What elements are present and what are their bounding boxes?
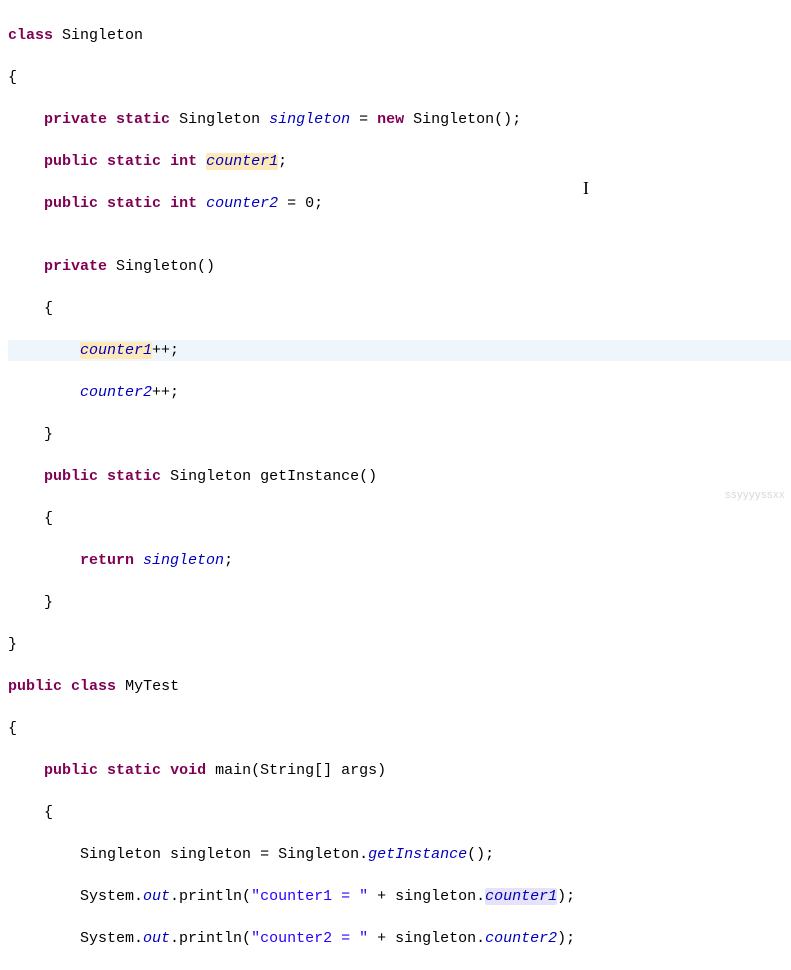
code-line: { (8, 802, 791, 823)
keyword: int (170, 153, 197, 170)
field-ref: singleton (143, 552, 224, 569)
code-line: public static void main(String[] args) (8, 760, 791, 781)
brace: { (8, 69, 17, 86)
operator: ++; (152, 342, 179, 359)
brace: { (44, 510, 53, 527)
keyword: class (8, 27, 53, 44)
field-highlight: counter1 (206, 153, 278, 170)
field-ref: counter2 (80, 384, 152, 401)
punct: = 0; (278, 195, 323, 212)
code-line: } (8, 634, 791, 655)
punct: ; (278, 153, 287, 170)
code-line: System.out.println("counter2 = " + singl… (8, 928, 791, 949)
operator: = (350, 111, 377, 128)
current-line: counter1++; (8, 340, 791, 361)
keyword: public (8, 678, 62, 695)
keyword: void (170, 762, 206, 779)
code-line: } (8, 424, 791, 445)
brace: } (44, 426, 53, 443)
keyword: new (377, 111, 404, 128)
brace: { (8, 720, 17, 737)
keyword: static (107, 468, 161, 485)
field-ref: singleton (269, 111, 350, 128)
keyword: int (170, 195, 197, 212)
field-ref: counter2 (485, 930, 557, 947)
keyword: public (44, 762, 98, 779)
field-highlight: counter1 (80, 342, 152, 359)
keyword: class (71, 678, 116, 695)
code-line: public static int counter1; (8, 151, 791, 172)
punct: ; (224, 552, 233, 569)
class-name: Singleton (62, 27, 143, 44)
code-line: { (8, 508, 791, 529)
operator: + singleton. (368, 930, 485, 947)
brace: } (44, 594, 53, 611)
constructor-decl: Singleton() (116, 258, 215, 275)
watermark: ssyyyyssxx (725, 485, 785, 506)
keyword: static (116, 111, 170, 128)
method-decl: main(String[] args) (215, 762, 386, 779)
keyword: static (107, 195, 161, 212)
code-line: public class MyTest (8, 676, 791, 697)
field-ref: out (143, 888, 170, 905)
operator: ++; (152, 384, 179, 401)
keyword: private (44, 111, 107, 128)
assign: = Singleton. (251, 846, 368, 863)
code-line: private Singleton() (8, 256, 791, 277)
class-name: MyTest (125, 678, 179, 695)
method-call: .println( (170, 930, 251, 947)
local-var: singleton (170, 846, 251, 863)
constructor-call: Singleton(); (413, 111, 521, 128)
code-line: public static int counter2 = 0; (8, 193, 791, 214)
punct: (); (467, 846, 494, 863)
punct: ); (557, 888, 575, 905)
string-literal: "counter2 = " (251, 930, 368, 947)
keyword: public (44, 153, 98, 170)
punct: ); (557, 930, 575, 947)
class-ref: System. (80, 930, 143, 947)
code-line: return singleton; (8, 550, 791, 571)
field-ref: out (143, 930, 170, 947)
brace: } (8, 636, 17, 653)
code-line: { (8, 298, 791, 319)
code-line: } (8, 592, 791, 613)
type: Singleton (80, 846, 161, 863)
code-line: Singleton singleton = Singleton.getInsta… (8, 844, 791, 865)
method-call: .println( (170, 888, 251, 905)
keyword: return (80, 552, 134, 569)
code-line: { (8, 67, 791, 88)
code-line: counter2++; (8, 382, 791, 403)
code-line: private static Singleton singleton = new… (8, 109, 791, 130)
type: Singleton (179, 111, 260, 128)
keyword: public (44, 195, 98, 212)
field-highlight: counter1 (485, 888, 557, 905)
code-line: class Singleton (8, 25, 791, 46)
code-line: { (8, 718, 791, 739)
class-ref: System. (80, 888, 143, 905)
keyword: private (44, 258, 107, 275)
keyword: public (44, 468, 98, 485)
method-call: getInstance (368, 846, 467, 863)
brace: { (44, 300, 53, 317)
field-ref: counter2 (206, 195, 278, 212)
keyword: static (107, 762, 161, 779)
keyword: static (107, 153, 161, 170)
code-line: public static Singleton getInstance() (8, 466, 791, 487)
string-literal: "counter1 = " (251, 888, 368, 905)
code-line: System.out.println("counter1 = " + singl… (8, 886, 791, 907)
operator: + singleton. (368, 888, 485, 905)
brace: { (44, 804, 53, 821)
type: Singleton (170, 468, 251, 485)
code-editor[interactable]: class Singleton { private static Singlet… (0, 0, 791, 970)
method-decl: getInstance() (260, 468, 377, 485)
